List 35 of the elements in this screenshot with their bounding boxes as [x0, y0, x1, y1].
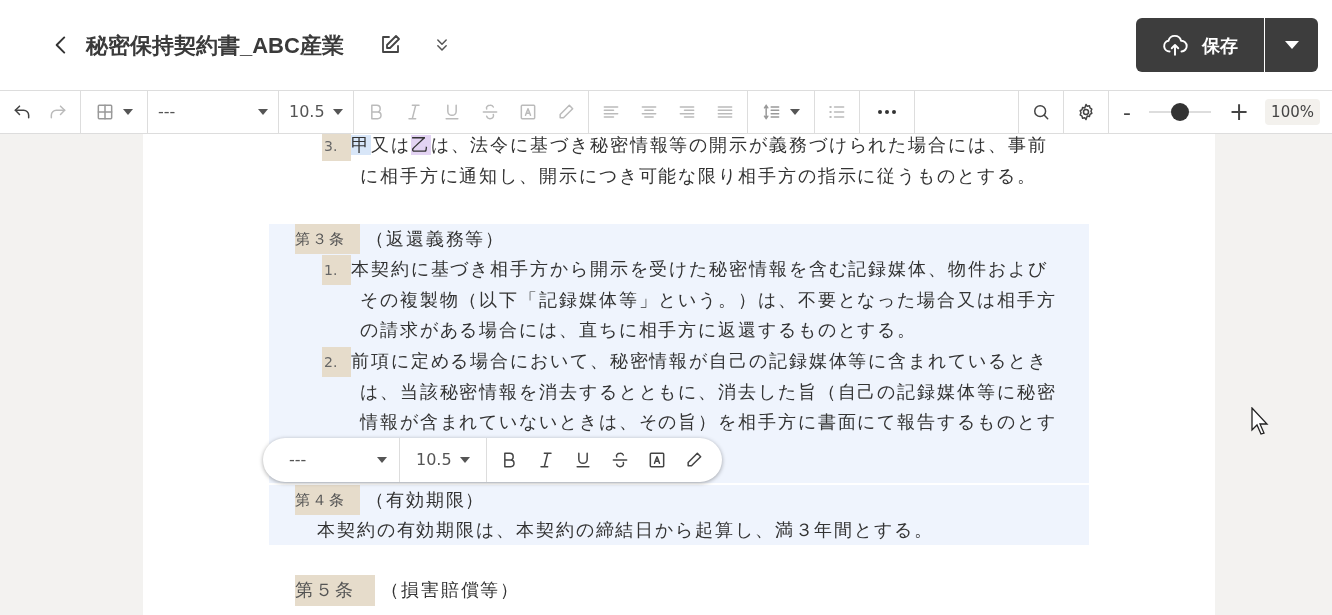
article-heading: （返還義務等）	[366, 227, 506, 251]
cloud-upload-icon	[1162, 32, 1188, 58]
caret-icon	[1284, 41, 1299, 49]
list-item: 1. 本契約に基づき相手方から開示を受けた秘密情報を含む記録媒体、物件および その複製物（以下「記録媒体等」という。）は、不要となった場合又は相手方 の請求がある場合には、直ちに相手方に返還するものとする。	[269, 253, 1089, 346]
save-menu-button[interactable]	[1264, 18, 1318, 72]
table-icon	[95, 102, 115, 122]
save-button[interactable]: 保存	[1136, 18, 1264, 72]
style-select[interactable]: ---	[269, 444, 399, 476]
caret-icon	[377, 457, 387, 463]
document-title: 秘密保持契約書_ABC産業	[86, 31, 344, 60]
article-label: 第３条	[295, 223, 360, 254]
caret-icon	[789, 109, 800, 115]
caret-icon	[459, 457, 470, 463]
style-select[interactable]: ---	[148, 96, 278, 128]
zoom-level: 100%	[1265, 98, 1320, 126]
article-heading: （有効期限）	[366, 488, 486, 512]
list-item: 3. 甲 又は 乙 は、法令に基づき秘密情報等の開示が義務づけられた場合には、事前 に相手方に通知し、開示につき可能な限り相手方の指示に従うものとする。	[321, 134, 1049, 189]
article-label: 第４条	[295, 484, 360, 515]
more-icon	[877, 110, 896, 114]
font-size-select[interactable]: 10.5	[406, 444, 480, 476]
line-spacing-icon	[761, 102, 782, 122]
article-heading: （損害賠償等）	[381, 579, 521, 603]
article-label: 第５条	[295, 575, 375, 606]
zoom-in-button[interactable]: +	[1225, 90, 1254, 134]
slider-thumb[interactable]	[1171, 103, 1189, 121]
caret-icon	[258, 109, 268, 115]
font-size-select[interactable]: 10.5	[279, 96, 353, 128]
redo-icon	[48, 102, 68, 122]
zoom-out-button[interactable]: -	[1119, 91, 1135, 133]
undo-icon	[12, 102, 32, 122]
list-item: 2. 前項に定める場合において、秘密情報が自己の記録媒体等に含まれているとき は、当該秘密情報を消去するとともに、消去した旨（自己の記録媒体等に秘密 情報が含まれていないときは、その旨）を相手方に書面にて報告するものとす	[269, 345, 1089, 438]
cursor-icon	[1251, 407, 1271, 435]
paragraph: 本契約の有効期限は、本契約の締結日から起算し、満３年間とする。	[316, 518, 935, 542]
caret-icon	[332, 109, 343, 115]
caret-icon	[123, 109, 133, 115]
